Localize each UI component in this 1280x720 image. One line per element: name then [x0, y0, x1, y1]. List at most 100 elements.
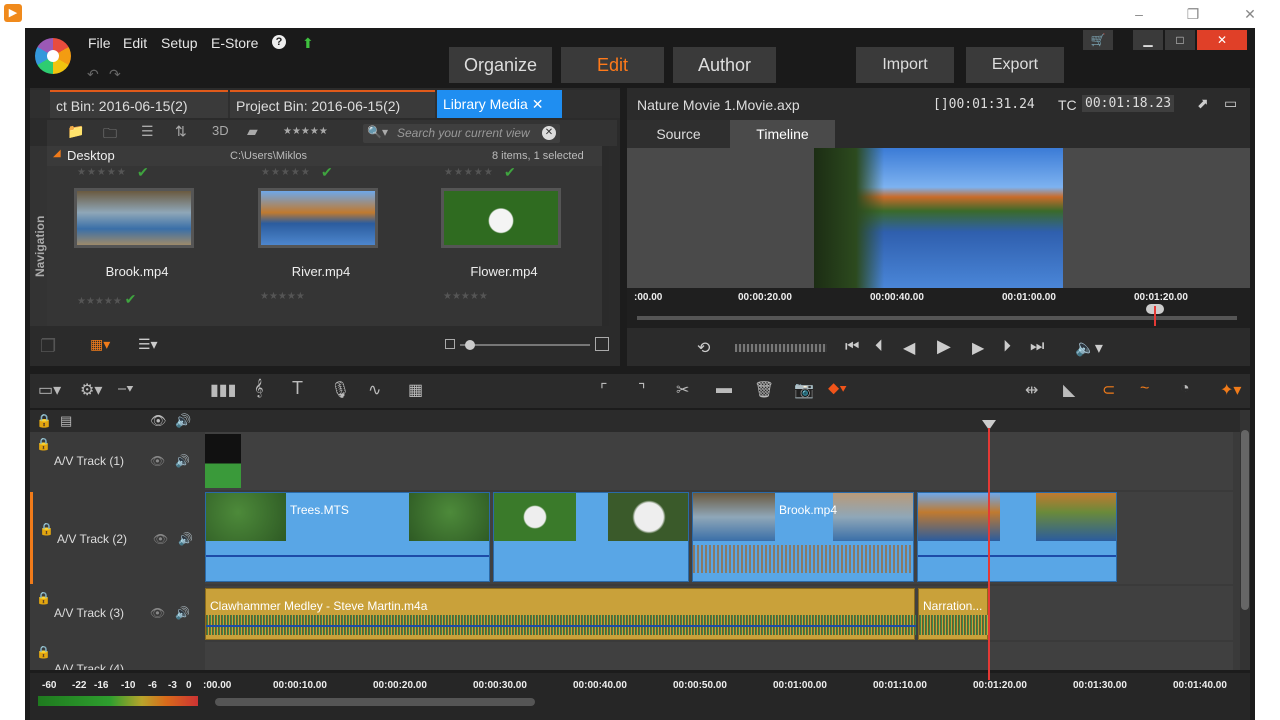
curve-icon[interactable]: ~: [1140, 380, 1149, 398]
list-view-icon[interactable]: ☰▾: [138, 336, 158, 353]
rating-stars[interactable]: ★★★★★: [261, 167, 311, 178]
restore-button[interactable]: ❐: [1181, 4, 1205, 24]
rating-filter-stars[interactable]: ★★★★★: [283, 126, 328, 137]
track-lane-4[interactable]: [205, 642, 1233, 670]
snap-icon[interactable]: ⎯▾: [118, 380, 134, 398]
search-input[interactable]: 🔍▾ Search your current view ✕: [363, 124, 560, 143]
track-layout-icon[interactable]: ▭▾: [38, 380, 61, 400]
magnet-icon[interactable]: ⊂: [1102, 380, 1115, 400]
prev-frame-icon[interactable]: ⏴: [875, 338, 883, 356]
rating-stars[interactable]: ★★★★★: [443, 291, 488, 302]
eye-icon[interactable]: 👁: [150, 606, 165, 620]
media-item-river[interactable]: ★★★★★ ✔ River.mp4: [236, 164, 386, 289]
tab-project-bin[interactable]: Project Bin: 2016-06-15(2): [230, 90, 435, 118]
volume-icon[interactable]: 🔈▾: [1075, 338, 1103, 358]
eye-icon[interactable]: 👁: [150, 454, 165, 468]
forward-icon[interactable]: ▶: [972, 338, 984, 358]
eye-icon[interactable]: 👁: [153, 532, 168, 546]
app-maximize-button[interactable]: □: [1165, 30, 1195, 50]
thumbnail-flower[interactable]: [441, 188, 561, 248]
skip-end-icon[interactable]: ⏭: [1030, 338, 1044, 356]
marker-icon[interactable]: ⬥▾: [828, 380, 847, 398]
author-tab[interactable]: Author: [673, 47, 776, 83]
rating-stars[interactable]: ★★★★★ ✔: [77, 291, 136, 308]
speaker-icon[interactable]: 🔊: [175, 413, 191, 429]
track-list-icon[interactable]: ▤: [60, 413, 72, 429]
scroll-thumb[interactable]: [1241, 430, 1249, 610]
split-icon[interactable]: ⇹: [1025, 380, 1038, 400]
timeline-vertical-scrollbar[interactable]: [1240, 410, 1250, 670]
razor-icon[interactable]: ✂: [676, 380, 689, 400]
eye-icon[interactable]: 👁: [150, 413, 167, 429]
clip-music[interactable]: Clawhammer Medley - Steve Martin.m4a: [205, 588, 916, 640]
mark-out-icon[interactable]: ⌝: [638, 380, 646, 400]
app-minimize-button[interactable]: ▁: [1133, 30, 1163, 50]
small-size-icon[interactable]: [445, 339, 455, 349]
3d-filter-button[interactable]: 3D: [212, 123, 229, 138]
rating-stars[interactable]: ★★★★★: [444, 167, 494, 178]
lock-icon[interactable]: 🔒: [36, 591, 51, 605]
track-lane-1[interactable]: [205, 432, 1233, 490]
track-header-1[interactable]: 🔒 A/V Track (1) 👁 🔊: [30, 432, 200, 490]
audio-mixer-icon[interactable]: ▮▮▮: [210, 380, 236, 400]
wave-icon[interactable]: ∿: [368, 380, 381, 400]
skip-start-icon[interactable]: ⏮: [845, 338, 859, 356]
next-frame-icon[interactable]: ⏵: [1003, 338, 1011, 356]
redo-icon[interactable]: ↷: [109, 66, 121, 83]
clip-brook[interactable]: Brook.mp4: [692, 492, 914, 582]
speaker-icon[interactable]: 🔊: [175, 606, 190, 620]
timeline-horizontal-scrollbar[interactable]: [215, 698, 535, 706]
update-arrow-icon[interactable]: ⬆: [302, 35, 314, 52]
thumbnail-size-slider[interactable]: [460, 344, 590, 346]
timecode-field[interactable]: 00:01:18.23: [1082, 95, 1175, 112]
slider-handle[interactable]: [465, 340, 475, 350]
undo-icon[interactable]: ↶: [87, 66, 99, 83]
preview-ruler[interactable]: :00.00 00:00:20.00 00:00:40.00 00:01:00.…: [627, 288, 1250, 328]
magic-wand-icon[interactable]: ✦▾: [1220, 380, 1241, 400]
tab-ct-bin[interactable]: ct Bin: 2016-06-15(2): [50, 90, 228, 118]
media-item-flower[interactable]: ★★★★★ ✔ Flower.mp4: [419, 164, 569, 289]
close-tab-icon[interactable]: ✕: [532, 96, 544, 112]
menu-edit[interactable]: Edit: [123, 35, 147, 51]
edit-tab[interactable]: Edit: [561, 47, 664, 83]
rating-stars[interactable]: ★★★★★: [77, 167, 127, 178]
play-icon[interactable]: ▶: [937, 336, 951, 357]
lock-icon[interactable]: 🔒: [39, 522, 54, 536]
title-icon[interactable]: T: [292, 378, 303, 399]
clip-trees[interactable]: Trees.MTS: [205, 492, 490, 582]
folder-icon[interactable]: 🗀: [103, 123, 117, 147]
timeline-playhead[interactable]: [988, 428, 990, 680]
track-lane-2[interactable]: Trees.MTS Brook.mp4: [205, 492, 1233, 584]
clear-search-icon[interactable]: ✕: [542, 126, 556, 140]
cart-icon[interactable]: 🛒: [1083, 30, 1113, 50]
track-header-2[interactable]: 🔒 A/V Track (2) 👁 🔊: [30, 492, 200, 584]
tab-timeline[interactable]: Timeline: [730, 120, 835, 148]
grid-view-icon[interactable]: ▦▾: [90, 336, 110, 353]
app-close-button[interactable]: ✕: [1197, 30, 1247, 50]
thumbnail-river[interactable]: [258, 188, 378, 248]
storyboard-icon[interactable]: ▦: [408, 380, 423, 400]
stack-icon[interactable]: ❐: [40, 336, 56, 357]
add-folder-icon[interactable]: 📁: [67, 123, 84, 140]
rating-stars[interactable]: ★★★★★: [260, 291, 305, 302]
large-size-icon[interactable]: [595, 337, 609, 351]
clip-narration[interactable]: Narration...: [918, 588, 989, 640]
lock-icon[interactable]: 🔒: [36, 645, 51, 659]
mark-in-icon[interactable]: ⌜: [600, 380, 608, 400]
clip-icon[interactable]: ▬: [716, 380, 732, 398]
clip[interactable]: [205, 434, 241, 488]
expand-arrow-icon[interactable]: ◢: [53, 148, 61, 159]
list-view-icon[interactable]: ☰: [141, 123, 154, 140]
audio-scrub-icon[interactable]: ◔: [1180, 380, 1190, 398]
snapshot-icon[interactable]: 📷: [794, 380, 814, 400]
minimize-button[interactable]: –: [1127, 4, 1151, 24]
trash-icon[interactable]: 🗑: [754, 380, 774, 400]
lock-icon[interactable]: 🔒: [36, 413, 52, 429]
track-header-4[interactable]: 🔒 A/V Track (4): [30, 642, 200, 670]
tab-library-media[interactable]: Library Media ✕: [437, 90, 562, 118]
tag-icon[interactable]: ▰: [247, 123, 258, 140]
menu-file[interactable]: File: [88, 35, 111, 51]
track-header-3[interactable]: 🔒 A/V Track (3) 👁 🔊: [30, 586, 200, 640]
microphone-icon[interactable]: 🎙: [330, 380, 350, 400]
media-item-brook[interactable]: ★★★★★ ✔ Brook.mp4: [52, 164, 202, 289]
